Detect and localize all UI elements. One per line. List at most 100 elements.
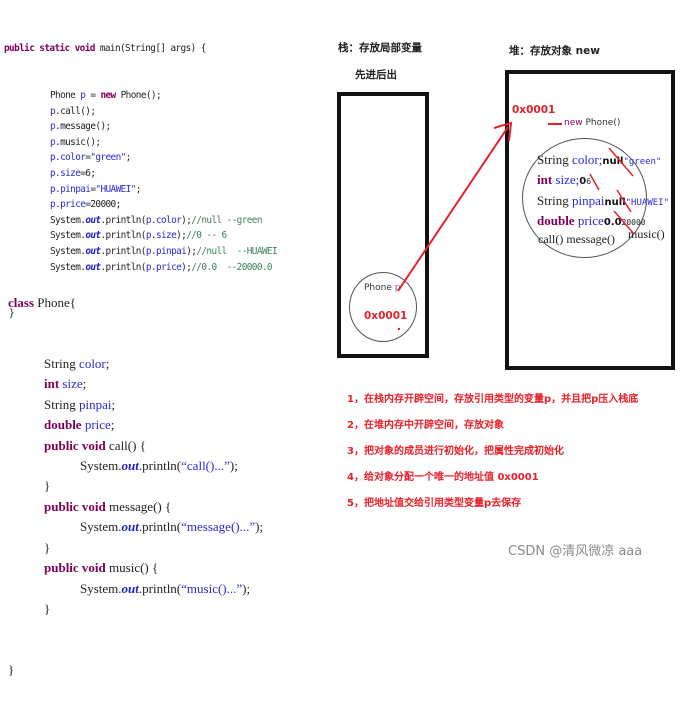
code-line: System.out.println(p.size);//0 -- 6 bbox=[4, 228, 277, 244]
field-ref: p.size bbox=[50, 167, 81, 179]
code-text: .println( bbox=[100, 230, 146, 242]
code-text: ); bbox=[176, 230, 187, 242]
method-signature: message() { bbox=[105, 498, 172, 514]
field-assigned-value: "green" bbox=[623, 157, 662, 167]
code-line: p.price=20000; bbox=[4, 197, 277, 213]
code-text: ); bbox=[181, 214, 192, 226]
keyword: new bbox=[100, 89, 116, 101]
steps-list: 1，在栈内存开辟空间，存放引用类型的变量p，并且把p压入栈底 2，在堆内存中开辟… bbox=[347, 387, 638, 517]
step-4: 4，给对象分配一个唯一的地址值 0x0001 bbox=[347, 472, 539, 483]
heap-title: 堆：存放对象 new bbox=[509, 45, 600, 57]
keyword: public void bbox=[44, 560, 106, 576]
field-assigned-value: "HUAWEI" bbox=[625, 198, 669, 208]
new-keyword: new bbox=[564, 118, 583, 128]
code-text: .music(); bbox=[55, 136, 101, 148]
stack-address: 0x0001 bbox=[364, 310, 408, 322]
code-text: System. bbox=[50, 230, 86, 242]
field-type: String bbox=[537, 193, 569, 208]
field-name: color bbox=[79, 356, 106, 372]
heap-field: String pinpainull"HUAWEI" bbox=[537, 193, 669, 209]
code-text: System. bbox=[80, 458, 122, 474]
code-text: System. bbox=[80, 580, 122, 596]
signature-text: main(String[] args) { bbox=[94, 43, 207, 55]
code-text: System. bbox=[50, 214, 86, 226]
class-closing: } bbox=[8, 660, 263, 680]
field-name: price bbox=[84, 417, 111, 433]
stack-var-name: p bbox=[394, 283, 401, 293]
class-field: int size; bbox=[44, 376, 87, 392]
code-text: Phone bbox=[50, 89, 81, 101]
field-ref: p.color bbox=[50, 152, 86, 164]
code-text: .println( bbox=[138, 519, 182, 535]
field-ref: p.size bbox=[145, 230, 177, 242]
stack-subtitle: 先进后出 bbox=[355, 69, 397, 81]
code-text: = bbox=[85, 89, 101, 101]
method-body: System.out.println(“call()...”); bbox=[8, 456, 263, 476]
code-line: Phone p = new Phone(); bbox=[4, 88, 277, 104]
method-body: System.out.println(“music()...”); bbox=[8, 579, 263, 599]
heap-field: int size;06 bbox=[537, 172, 591, 188]
keyword: public static void bbox=[4, 43, 95, 55]
stack-variable: Phone p bbox=[364, 283, 400, 293]
string-literal: "green" bbox=[90, 152, 126, 164]
code-text: .call(); bbox=[55, 105, 96, 117]
address-pointer-dash bbox=[548, 123, 562, 125]
heap-methods-extra: music() bbox=[628, 227, 665, 241]
field-name: size; bbox=[555, 172, 580, 187]
main-signature: public static void main(String[] args) { bbox=[4, 41, 277, 57]
watermark: CSDN @清风微凉 aaa bbox=[508, 544, 643, 559]
closing-brace: } bbox=[8, 662, 15, 678]
code-line: p.color="green"; bbox=[4, 150, 277, 166]
code-line: p.message(); bbox=[4, 119, 277, 135]
new-phone-label: new Phone() bbox=[564, 118, 620, 128]
comment: //0 -- 6 bbox=[186, 230, 227, 242]
code-text: ; bbox=[135, 183, 142, 195]
step-1: 1，在栈内存开辟空间，存放引用类型的变量p，并且把p压入栈底 bbox=[347, 394, 639, 405]
new-phone-text: Phone() bbox=[582, 118, 621, 128]
string-literal: "HUAWEI" bbox=[95, 183, 136, 195]
string-literal: “message()...” bbox=[181, 519, 256, 535]
field-ref: p.price bbox=[50, 199, 86, 211]
heap-address: 0x0001 bbox=[512, 104, 556, 116]
field-type: int bbox=[44, 376, 60, 392]
method-declaration: public void message() { bbox=[8, 497, 263, 517]
static-field: out bbox=[121, 519, 139, 535]
red-dot bbox=[398, 328, 400, 330]
field-name: color; bbox=[572, 152, 603, 167]
code-text: =6; bbox=[80, 167, 96, 179]
class-field: double price; bbox=[44, 417, 115, 433]
method-body: System.out.println(“message()...”); bbox=[8, 517, 263, 537]
step-5: 5，把地址值交给引用类型变量p去保存 bbox=[347, 498, 522, 509]
field-type: String bbox=[44, 396, 76, 412]
step-3: 3，把对象的成员进行初始化，把属性完成初始化 bbox=[347, 446, 564, 457]
field-name: pinpai bbox=[79, 396, 112, 412]
static-field: out bbox=[121, 458, 139, 474]
static-field: out bbox=[85, 214, 101, 226]
field-type: int bbox=[537, 172, 553, 187]
step-2: 2，在堆内存中开辟空间，存放对象 bbox=[347, 420, 504, 431]
comment: //null --green bbox=[191, 214, 262, 226]
code-text: =20000; bbox=[85, 199, 121, 211]
code-text: .println( bbox=[100, 214, 146, 226]
class-name: Phone{ bbox=[34, 294, 76, 310]
code-text: ); bbox=[242, 580, 251, 596]
method-signature: call() { bbox=[105, 437, 146, 453]
class-header: class Phone{ bbox=[8, 293, 263, 313]
field-type: double bbox=[44, 417, 82, 433]
string-literal: “call()...” bbox=[181, 458, 230, 474]
field-name: pinpai bbox=[572, 193, 605, 208]
code-text: ); bbox=[229, 458, 238, 474]
code-line: p.call(); bbox=[4, 104, 277, 120]
field-name: price bbox=[577, 213, 604, 228]
closing-brace: } bbox=[44, 600, 51, 616]
code-text: .message(); bbox=[55, 121, 111, 133]
closing-brace: } bbox=[44, 539, 51, 555]
field-type: double bbox=[537, 213, 575, 228]
field-name: size bbox=[62, 376, 83, 392]
method-closing: } bbox=[8, 599, 263, 619]
field-assigned-value: 6 bbox=[586, 177, 592, 186]
code-text: Phone(); bbox=[115, 89, 162, 101]
static-field: out bbox=[121, 580, 139, 596]
field-default-value: 0.0 bbox=[603, 217, 622, 228]
class-field: String color; bbox=[44, 356, 110, 372]
